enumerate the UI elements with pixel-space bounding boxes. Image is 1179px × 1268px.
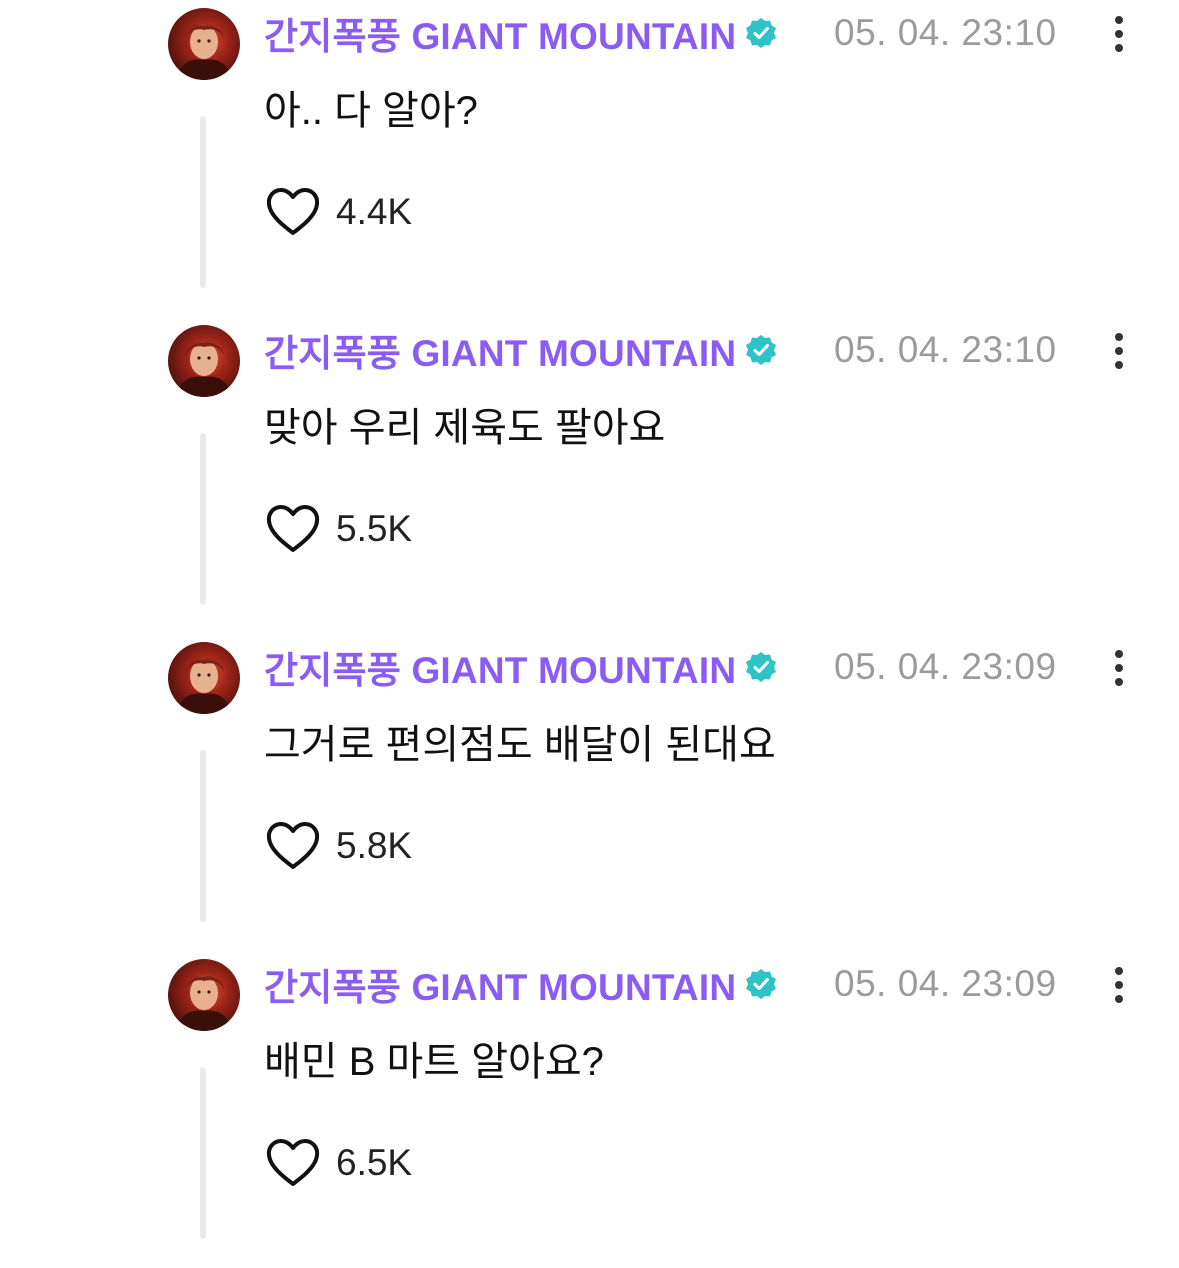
comment-item: 간지폭풍 GIANT MOUNTAIN 05. 04. 23:10 맞아 우리 … bbox=[0, 317, 1179, 634]
comment-text: 그거로 편의점도 배달이 된대요 bbox=[264, 723, 776, 767]
like-count: 5.5K bbox=[336, 508, 413, 549]
username[interactable]: 간지폭풍 GIANT MOUNTAIN bbox=[264, 640, 736, 694]
verified-badge-icon bbox=[744, 333, 778, 367]
like-button[interactable]: 5.8K bbox=[264, 820, 412, 872]
avatar[interactable] bbox=[168, 325, 240, 397]
thread-line bbox=[200, 433, 206, 605]
more-vertical-icon[interactable] bbox=[1106, 646, 1132, 690]
like-count: 6.5K bbox=[336, 1142, 413, 1183]
like-button[interactable]: 5.5K bbox=[264, 503, 412, 555]
heart-outline-icon bbox=[266, 822, 320, 869]
like-count: 4.4K bbox=[336, 191, 413, 232]
heart-outline-icon bbox=[266, 1139, 320, 1186]
more-vertical-icon[interactable] bbox=[1106, 963, 1132, 1007]
more-vertical-icon[interactable] bbox=[1106, 12, 1132, 56]
verified-badge-icon bbox=[744, 16, 778, 50]
verified-badge-icon bbox=[744, 650, 778, 684]
comment-item: 간지폭풍 GIANT MOUNTAIN 05. 04. 23:09 그거로 편의… bbox=[0, 634, 1179, 951]
like-count: 5.8K bbox=[336, 825, 413, 866]
verified-badge-icon bbox=[744, 967, 778, 1001]
comment-header: 간지폭풍 GIANT MOUNTAIN bbox=[264, 644, 778, 691]
timestamp: 05. 04. 23:09 bbox=[834, 963, 1057, 1004]
avatar[interactable] bbox=[168, 959, 240, 1031]
like-button[interactable]: 6.5K bbox=[264, 1137, 412, 1189]
more-vertical-icon[interactable] bbox=[1106, 329, 1132, 373]
comment-item: 간지폭풍 GIANT MOUNTAIN 05. 04. 23:10 아.. 다 … bbox=[0, 0, 1179, 317]
comment-header: 간지폭풍 GIANT MOUNTAIN bbox=[264, 961, 778, 1008]
thread-line bbox=[200, 1067, 206, 1239]
timestamp: 05. 04. 23:10 bbox=[834, 12, 1057, 53]
heart-outline-icon bbox=[266, 188, 320, 235]
comment-text: 아.. 다 알아? bbox=[264, 89, 478, 133]
timestamp: 05. 04. 23:09 bbox=[834, 646, 1057, 687]
username[interactable]: 간지폭풍 GIANT MOUNTAIN bbox=[264, 323, 736, 377]
comment-header: 간지폭풍 GIANT MOUNTAIN bbox=[264, 10, 778, 57]
heart-outline-icon bbox=[266, 505, 320, 552]
comment-text: 배민 B 마트 알아요? bbox=[264, 1040, 604, 1084]
timestamp: 05. 04. 23:10 bbox=[834, 329, 1057, 370]
comment-text: 맞아 우리 제육도 팔아요 bbox=[264, 406, 666, 450]
comment-item: 간지폭풍 GIANT MOUNTAIN 05. 04. 23:09 배민 B 마… bbox=[0, 951, 1179, 1268]
like-button[interactable]: 4.4K bbox=[264, 186, 412, 238]
username[interactable]: 간지폭풍 GIANT MOUNTAIN bbox=[264, 957, 736, 1011]
thread-line bbox=[200, 750, 206, 922]
username[interactable]: 간지폭풍 GIANT MOUNTAIN bbox=[264, 6, 736, 60]
avatar[interactable] bbox=[168, 642, 240, 714]
comment-header: 간지폭풍 GIANT MOUNTAIN bbox=[264, 327, 778, 374]
thread-line bbox=[200, 116, 206, 288]
avatar[interactable] bbox=[168, 8, 240, 80]
